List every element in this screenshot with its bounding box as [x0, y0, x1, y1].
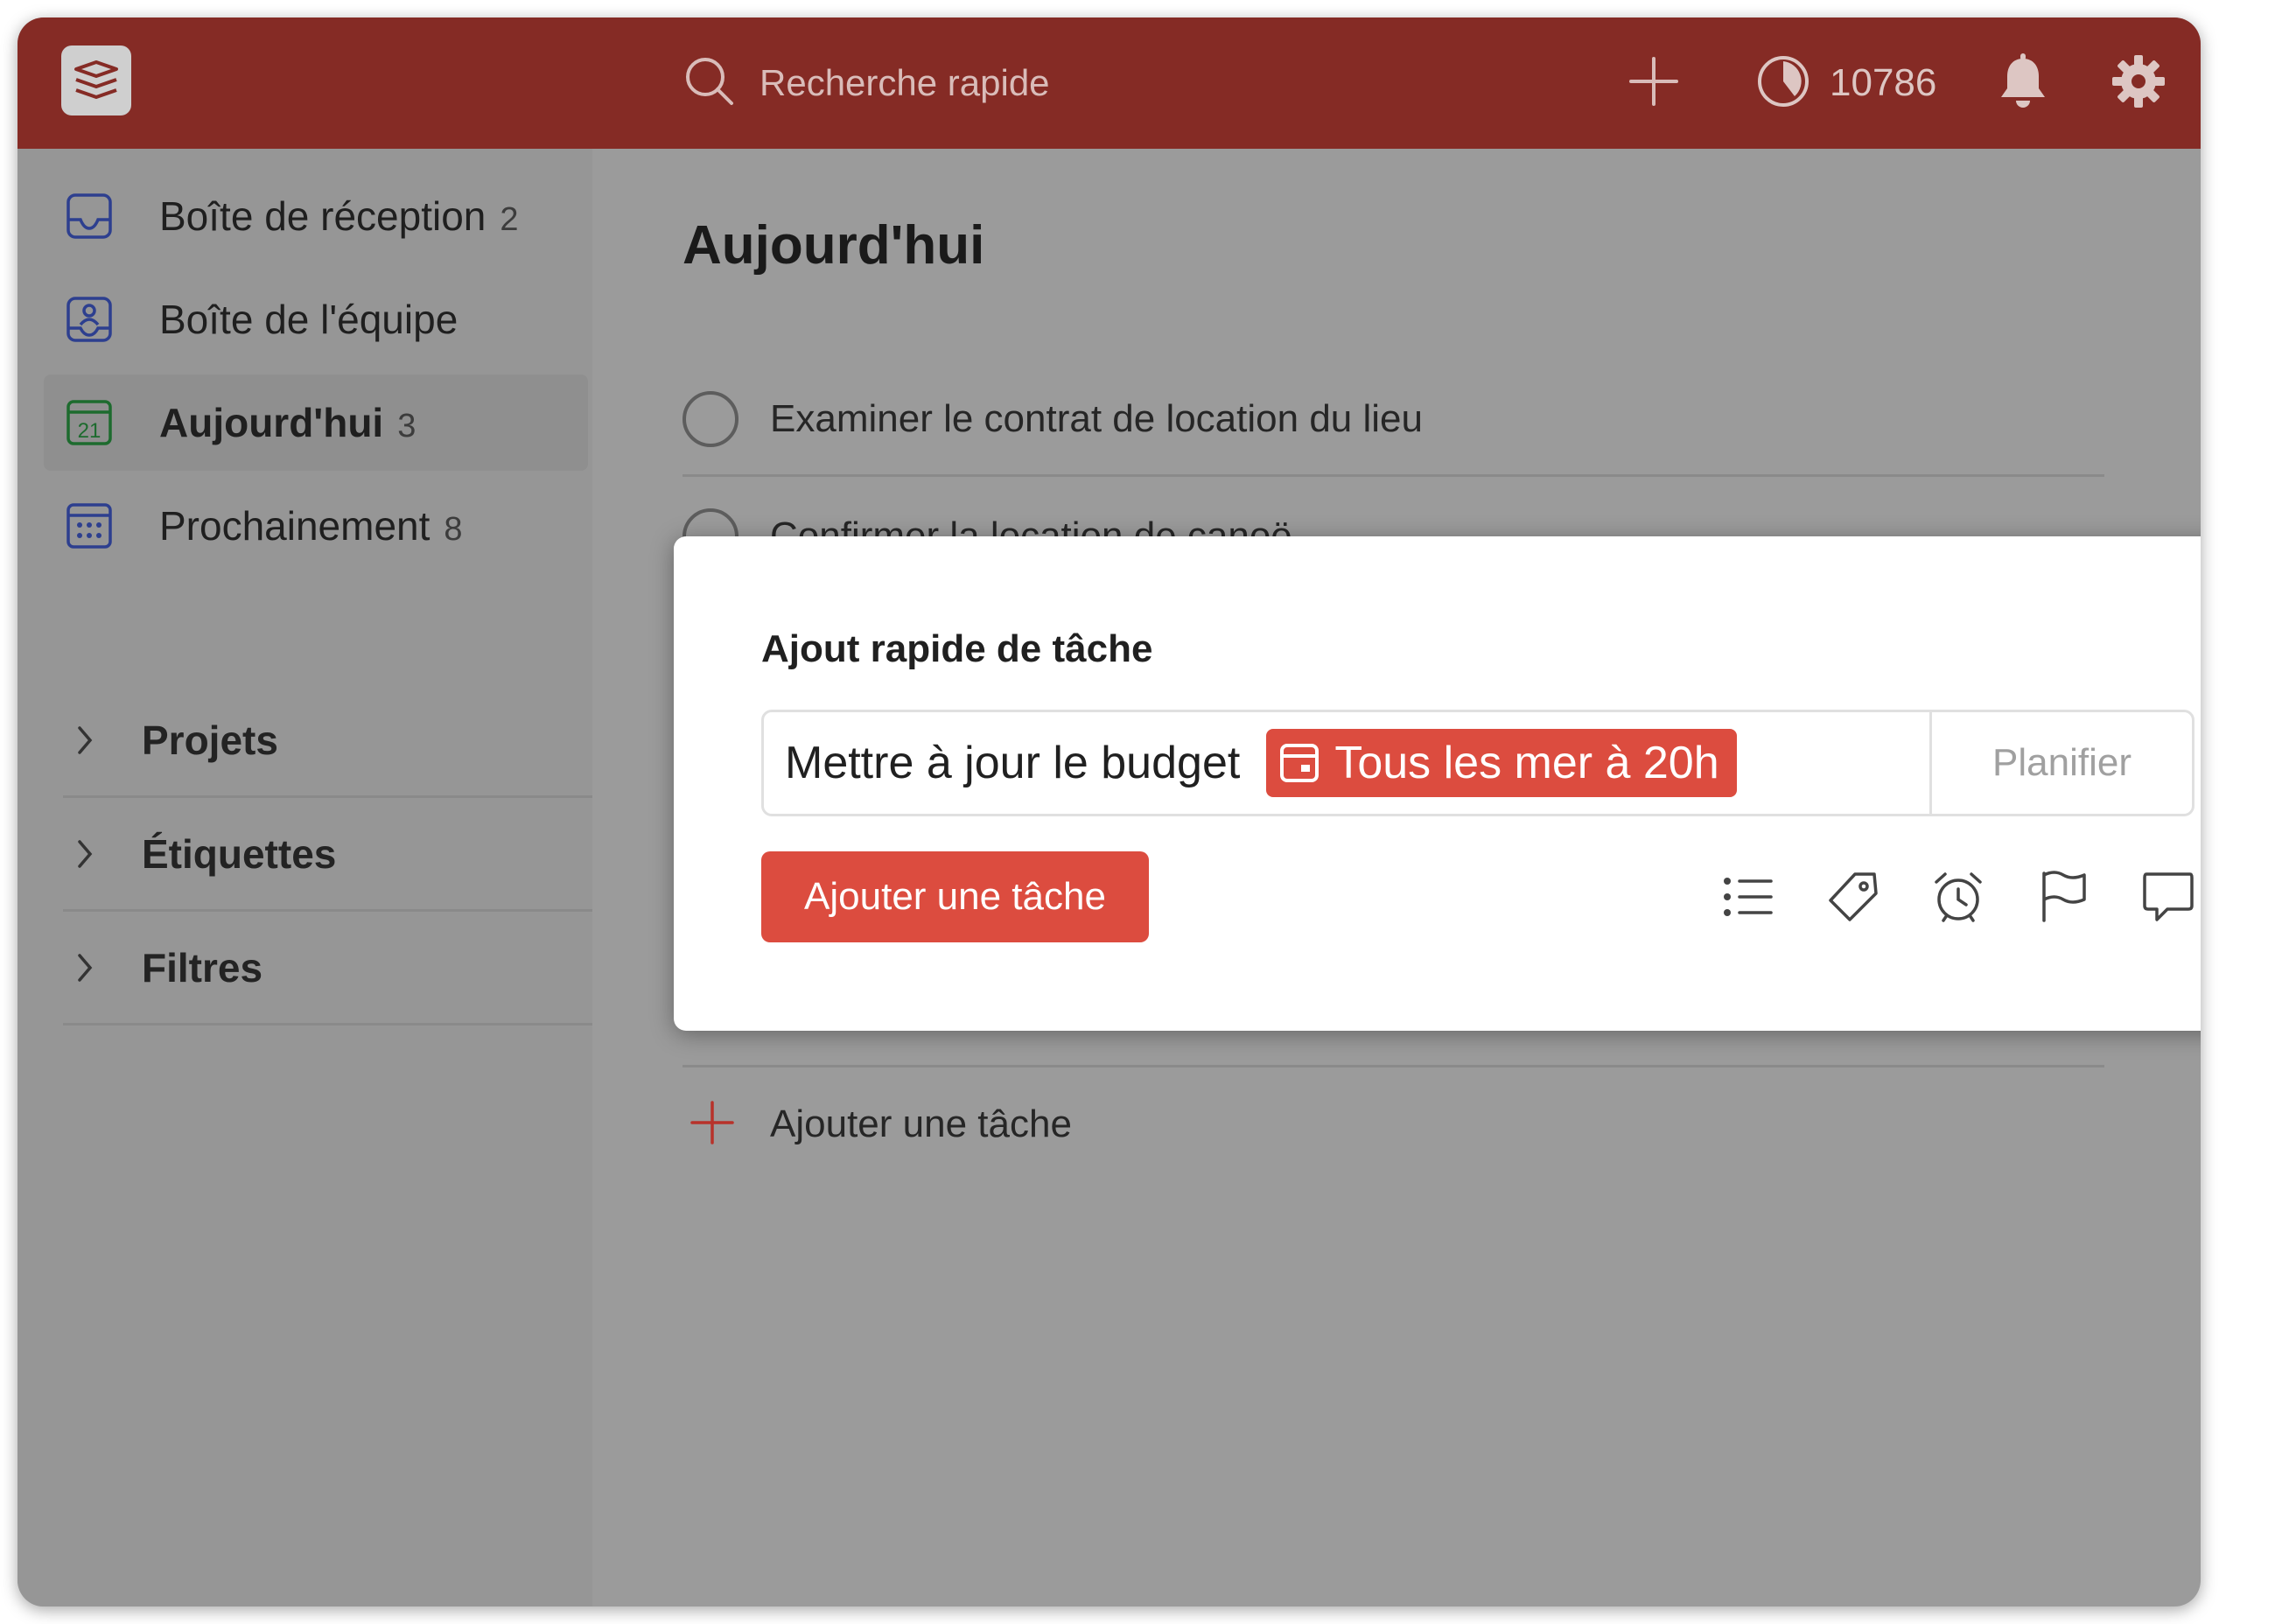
chevron-right-icon — [63, 838, 107, 870]
app-window: Recherche rapide 10786 Boîte de réceptio… — [18, 18, 2201, 1606]
settings-button[interactable] — [2110, 18, 2166, 149]
sidebar-section-projects[interactable]: Projets — [63, 684, 592, 798]
alarm-icon[interactable] — [1930, 865, 1986, 928]
section-label: Filtres — [142, 944, 263, 990]
calendar-day-number: 21 — [78, 419, 102, 443]
add-task-button[interactable]: Ajouter une tâche — [761, 851, 1149, 942]
calendar-today-icon: 21 — [63, 396, 116, 449]
calendar-icon — [1278, 742, 1320, 784]
search-placeholder: Recherche rapide — [760, 62, 1050, 103]
schedule-button[interactable]: Planifier — [1929, 712, 2192, 814]
quick-add-toolbar — [1720, 865, 2196, 928]
task-name-input[interactable]: Mettre à jour le budget Tous les mer à 2… — [761, 710, 2194, 816]
top-bar: Recherche rapide 10786 — [18, 18, 2201, 149]
sidebar-item-inbox[interactable]: Boîte de réception 2 — [44, 168, 588, 264]
bell-icon — [1997, 52, 2049, 114]
sidebar-item-label: Aujourd'hui — [159, 400, 384, 445]
quick-add-title: Ajout rapide de tâche — [761, 627, 1153, 670]
section-label: Étiquettes — [142, 830, 337, 877]
list-icon[interactable] — [1720, 865, 1776, 928]
sidebar-section-labels[interactable]: Étiquettes — [63, 798, 592, 912]
task-label[interactable]: Examiner le contrat de location du lieu — [770, 397, 1423, 441]
task-checkbox[interactable] — [682, 390, 738, 447]
gear-icon — [2110, 53, 2166, 114]
karma-icon — [1756, 54, 1810, 113]
due-date-text: Tous les mer à 20h — [1334, 738, 1719, 788]
add-task-label: Ajouter une tâche — [770, 1102, 1072, 1145]
task-row[interactable]: Examiner le contrat de location du lieu — [682, 363, 2104, 477]
plus-icon — [690, 1100, 735, 1150]
task-name-value[interactable]: Mettre à jour le budget — [785, 737, 1240, 789]
add-task-inline-button[interactable]: Ajouter une tâche — [690, 1094, 1072, 1155]
sidebar-item-count: 2 — [500, 200, 519, 238]
chevron-right-icon — [63, 724, 107, 756]
sidebar-item-count: 8 — [444, 510, 463, 548]
sidebar-item-label: Boîte de l'équipe — [159, 297, 458, 342]
logo-icon[interactable] — [61, 46, 131, 116]
sidebar-section-filters[interactable]: Filtres — [63, 912, 592, 1026]
sidebar-item-count: 3 — [397, 407, 416, 444]
karma-button[interactable]: 10786 — [1756, 18, 1936, 149]
section-label: Projets — [142, 717, 278, 763]
sidebar-item-label: Prochainement — [159, 503, 430, 549]
quick-add-dialog: Ajout rapide de tâche Mettre à jour le b… — [674, 536, 2201, 1031]
due-date-chip[interactable]: Tous les mer à 20h — [1266, 729, 1737, 797]
tag-icon[interactable] — [1825, 865, 1881, 928]
search-icon — [682, 54, 737, 113]
quick-search[interactable]: Recherche rapide — [682, 54, 1050, 112]
page-title: Aujourd'hui — [682, 215, 985, 276]
karma-count: 10786 — [1830, 61, 1937, 104]
inbox-icon — [63, 190, 116, 242]
add-task-top-button[interactable] — [1628, 18, 1680, 149]
flag-icon[interactable] — [2035, 865, 2091, 928]
sidebar-item-today[interactable]: 21 Aujourd'hui 3 — [44, 374, 588, 471]
comment-icon[interactable] — [2140, 865, 2196, 928]
sidebar-item-label: Boîte de réception — [159, 193, 486, 239]
team-inbox-icon — [63, 293, 116, 346]
calendar-upcoming-icon — [63, 500, 116, 552]
notifications-button[interactable] — [1997, 18, 2049, 149]
chevron-right-icon — [63, 952, 107, 984]
sidebar-item-upcoming[interactable]: Prochainement 8 — [44, 478, 588, 574]
sidebar-item-team-inbox[interactable]: Boîte de l'équipe — [44, 271, 588, 368]
plus-icon — [1628, 55, 1680, 112]
